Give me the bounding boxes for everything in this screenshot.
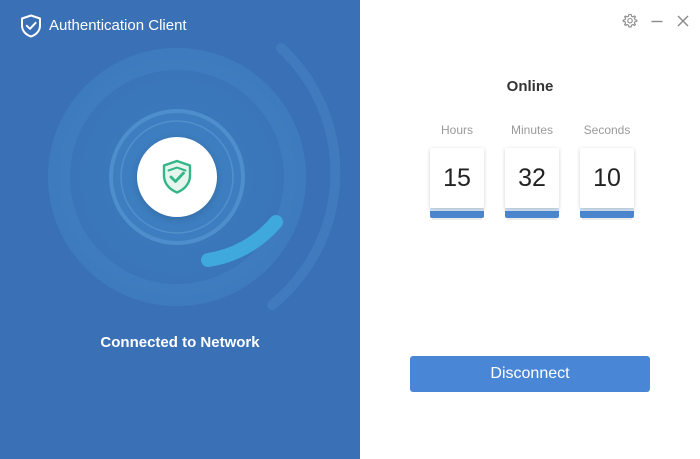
- minimize-button[interactable]: [648, 12, 666, 30]
- flip-card-base: [505, 208, 559, 218]
- connection-status-badge: [137, 137, 217, 217]
- timer-value-hours: 15: [430, 148, 484, 208]
- shield-check-icon: [162, 159, 192, 194]
- disconnect-button[interactable]: Disconnect: [410, 356, 650, 392]
- timer-seconds: Seconds 10: [576, 122, 638, 220]
- timer-label-minutes: Minutes: [510, 123, 554, 137]
- flip-card-shadow: [582, 218, 632, 220]
- flip-card-shadow: [432, 218, 482, 220]
- flip-card-base: [430, 208, 484, 218]
- flip-card-minutes: 32: [505, 148, 559, 220]
- app-window: Authentication Client Connected to Netwo…: [0, 0, 700, 459]
- timer-value-seconds: 10: [580, 148, 634, 208]
- flip-card-shadow: [507, 218, 557, 220]
- status-panel: Authentication Client Connected to Netwo…: [0, 0, 360, 459]
- minimize-icon: [651, 20, 663, 23]
- flip-card-base: [580, 208, 634, 218]
- close-icon: [677, 15, 689, 27]
- flip-card-hours: 15: [430, 148, 484, 220]
- timer-value-minutes: 32: [505, 148, 559, 208]
- connection-status-rings: [27, 27, 341, 327]
- timer-hours: Hours 15: [426, 122, 488, 220]
- close-button[interactable]: [674, 12, 692, 30]
- timer-minutes: Minutes 32: [501, 122, 563, 220]
- timer-label-hours: Hours: [440, 123, 473, 137]
- flip-card-seconds: 10: [580, 148, 634, 220]
- network-status-text: Connected to Network: [100, 334, 260, 351]
- timer-label-seconds: Seconds: [583, 123, 631, 137]
- session-status: Online: [506, 78, 554, 95]
- gear-icon: [622, 13, 638, 28]
- settings-button[interactable]: [621, 12, 639, 30]
